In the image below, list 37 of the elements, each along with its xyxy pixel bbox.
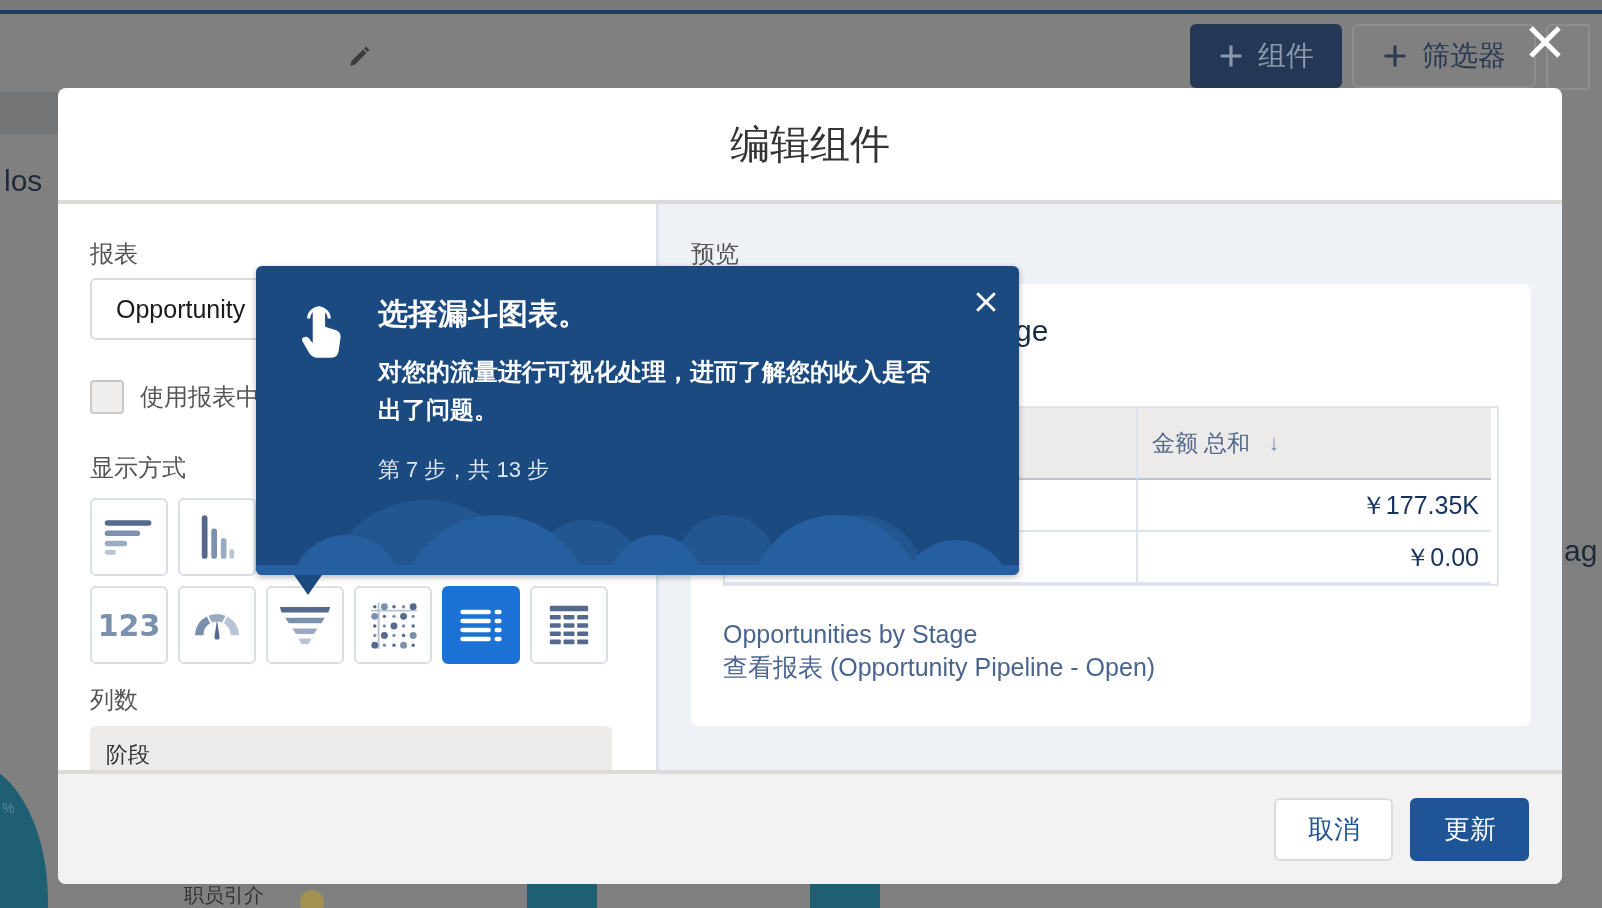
step-counter: 第 7 步，共 13 步	[378, 456, 550, 484]
report-link[interactable]: 查看报表 (Opportunity Pipeline - Open)	[723, 651, 1156, 684]
table-cell: ￥177.35K	[1136, 480, 1491, 532]
section-label: 显示方式	[90, 453, 186, 483]
funnel-icon	[278, 605, 332, 645]
plus-icon	[1382, 43, 1408, 69]
report-link[interactable]: Opportunities by Stage	[723, 620, 978, 649]
chart-type-button[interactable]	[442, 586, 520, 664]
chart-bar	[527, 884, 597, 908]
list-icon	[458, 607, 504, 643]
close-icon[interactable]	[975, 291, 997, 313]
chart-type-button[interactable]: 123	[90, 586, 168, 664]
toolbar-button[interactable]: 组件	[1190, 24, 1342, 88]
table-cell: ￥0.00	[1136, 532, 1491, 584]
update-button[interactable]: 更新	[1410, 797, 1529, 861]
chart-bar	[810, 884, 880, 908]
section-label: 列数	[90, 685, 138, 715]
table-icon	[548, 604, 590, 646]
chart-title: los	[4, 164, 43, 198]
popover-pointer	[294, 575, 322, 595]
column-item[interactable]: 阶段	[90, 726, 612, 770]
field-label: 报表	[90, 239, 138, 269]
popover-title: 选择漏斗图表。	[378, 296, 588, 332]
legend-dot	[300, 890, 324, 908]
table-header[interactable]: 金额 总和 ↓	[1136, 408, 1491, 480]
modal-title: 编辑组件	[730, 120, 890, 168]
scatter-icon	[369, 601, 417, 649]
percent-label: %	[2, 800, 15, 816]
preview-label: 预览	[691, 239, 740, 269]
cancel-button[interactable]: 取消	[1274, 797, 1393, 861]
pencil-icon[interactable]	[347, 45, 371, 69]
checkbox[interactable]	[90, 380, 124, 414]
popover-text: 对您的流量进行可视化处理，进而了解您的收入是否出了问题。	[378, 357, 931, 425]
plus-icon	[1218, 43, 1244, 69]
legend-label: 职员引介	[184, 884, 264, 906]
chart-title: ag	[1564, 534, 1598, 568]
tab-bar	[0, 92, 60, 134]
